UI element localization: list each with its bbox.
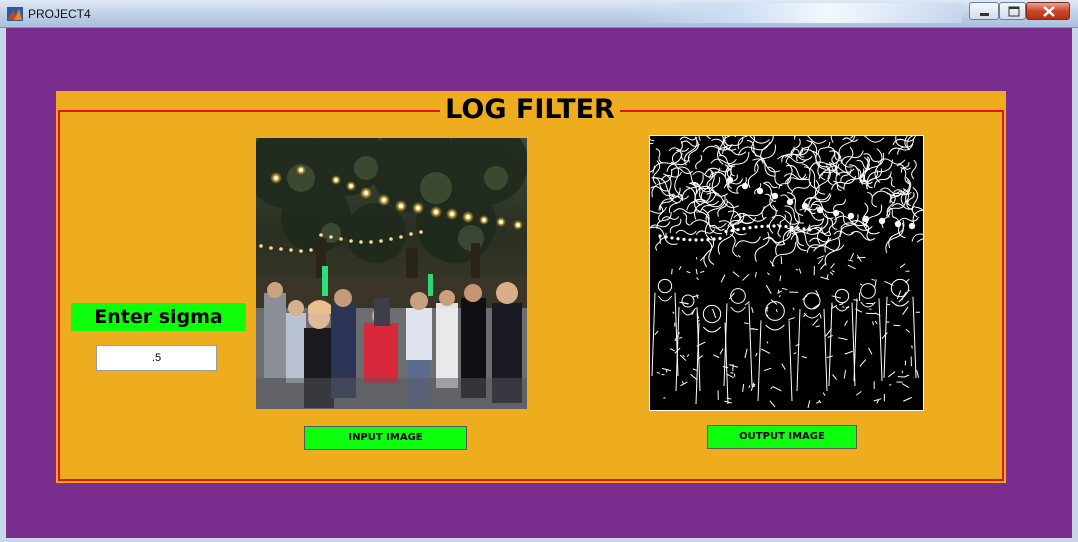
window-frame-bottom bbox=[0, 538, 1078, 542]
output-image bbox=[649, 135, 924, 411]
window-title: PROJECT4 bbox=[28, 7, 91, 21]
close-button[interactable] bbox=[1026, 2, 1070, 20]
log-filter-panel: LOG FILTER Enter sigma .5 INPUT IMAGE OU… bbox=[56, 91, 1006, 483]
input-image-graphic bbox=[256, 138, 527, 409]
maximize-button[interactable] bbox=[999, 2, 1026, 20]
sigma-label: Enter sigma bbox=[71, 303, 246, 331]
maximize-icon bbox=[1008, 6, 1020, 17]
output-image-button[interactable]: OUTPUT IMAGE bbox=[707, 425, 857, 449]
sigma-input[interactable] bbox=[96, 345, 217, 371]
input-image-button[interactable]: INPUT IMAGE bbox=[304, 426, 467, 450]
minimize-icon bbox=[980, 13, 989, 16]
minimize-button[interactable] bbox=[969, 2, 999, 20]
panel-title: LOG FILTER bbox=[440, 93, 620, 127]
titlebar-reflection bbox=[632, 3, 962, 23]
window-titlebar[interactable]: PROJECT4 bbox=[0, 0, 1078, 28]
output-image-graphic bbox=[650, 136, 923, 410]
matlab-app-icon bbox=[7, 7, 23, 21]
input-image bbox=[256, 138, 527, 409]
window-frame-right bbox=[1072, 28, 1078, 542]
close-icon bbox=[1043, 6, 1055, 17]
